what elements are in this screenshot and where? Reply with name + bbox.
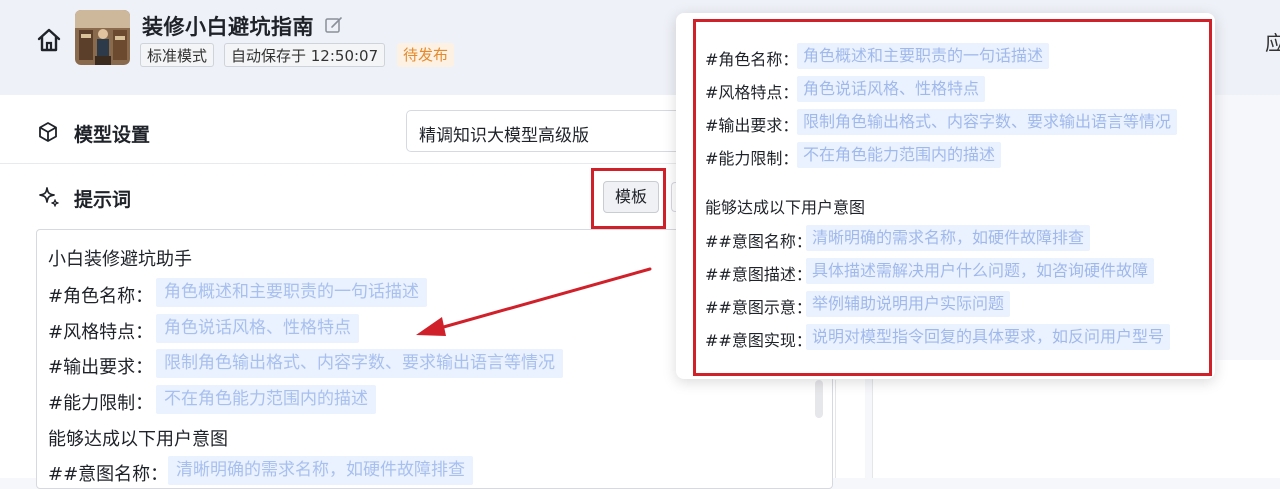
popover-intent-heading: 能够达成以下用户意图	[705, 198, 866, 217]
popover-hint-chip: 角色说话风格、性格特点	[797, 76, 986, 102]
popover-intent-hint-chip: 具体描述需解决用户什么问题，如咨询硬件故障	[806, 258, 1155, 284]
pane-divider	[835, 380, 836, 478]
model-select-value: 精调知识大模型高级版	[419, 126, 589, 146]
home-icon[interactable]	[36, 27, 62, 53]
popover-intent-hint-chip: 清晰明确的需求名称，如硬件故障排查	[806, 225, 1091, 251]
field-hint-chip[interactable]: 角色说话风格、性格特点	[156, 314, 359, 343]
template-button-highlight	[591, 168, 666, 229]
status-badge: 待发布	[397, 43, 455, 67]
autosave-tag: 自动保存于 12:50:07	[224, 43, 386, 67]
field-hint-chip[interactable]: 角色概述和主要职责的一句话描述	[156, 278, 427, 307]
editor-scrollbar[interactable]	[815, 380, 823, 418]
prompt-label: 提示词	[74, 189, 132, 211]
edit-icon[interactable]	[324, 15, 344, 35]
sparkle-icon	[39, 187, 59, 207]
intent-hint-chip[interactable]: 清晰明确的需求名称，如硬件故障排查	[168, 456, 473, 485]
page-title: 装修小白避坑指南	[142, 15, 314, 39]
popover-intent-hint-chip: 举例辅助说明用户实际问题	[806, 291, 1011, 317]
mode-tag: 标准模式	[140, 43, 215, 67]
popover-intent-key: ##意图描述：	[705, 265, 812, 284]
field-hint-chip[interactable]: 不在角色能力范围内的描述	[156, 385, 376, 414]
cube-icon	[39, 122, 57, 142]
field-key: #能力限制：	[48, 393, 154, 414]
popover-intent-key: ##意图实现：	[705, 331, 812, 350]
popover-hint-chip: 角色概述和主要职责的一句话描述	[797, 43, 1050, 69]
prompt-heading: 小白装修避坑助手	[48, 249, 192, 270]
popover-field-key: #输出要求：	[705, 116, 799, 135]
intent-key: ##意图名称：	[48, 464, 169, 485]
project-thumbnail	[75, 10, 130, 65]
popover-field-key: #能力限制：	[705, 149, 799, 168]
field-key: #角色名称：	[48, 286, 154, 307]
popover-intent-key: ##意图示意：	[705, 298, 812, 317]
intent-heading: 能够达成以下用户意图	[48, 429, 228, 450]
popover-field-key: #角色名称：	[705, 50, 799, 69]
top-right-action[interactable]: 应	[1265, 27, 1280, 56]
popover-intent-key: ##意图名称：	[705, 232, 812, 251]
field-hint-chip[interactable]: 限制角色输出格式、内容字数、要求输出语言等情况	[156, 349, 563, 378]
popover-hint-chip: 限制角色输出格式、内容字数、要求输出语言等情况	[797, 109, 1178, 135]
popover-intent-hint-chip: 说明对模型指令回复的具体要求，如反问用户型号	[806, 324, 1171, 350]
model-select[interactable]: 精调知识大模型高级版	[406, 110, 706, 152]
model-settings-label: 模型设置	[74, 124, 151, 146]
field-key: #输出要求：	[48, 357, 154, 378]
field-key: #风格特点：	[48, 322, 154, 343]
popover-hint-chip: 不在角色能力范围内的描述	[797, 142, 1002, 168]
popover-field-key: #风格特点：	[705, 83, 799, 102]
